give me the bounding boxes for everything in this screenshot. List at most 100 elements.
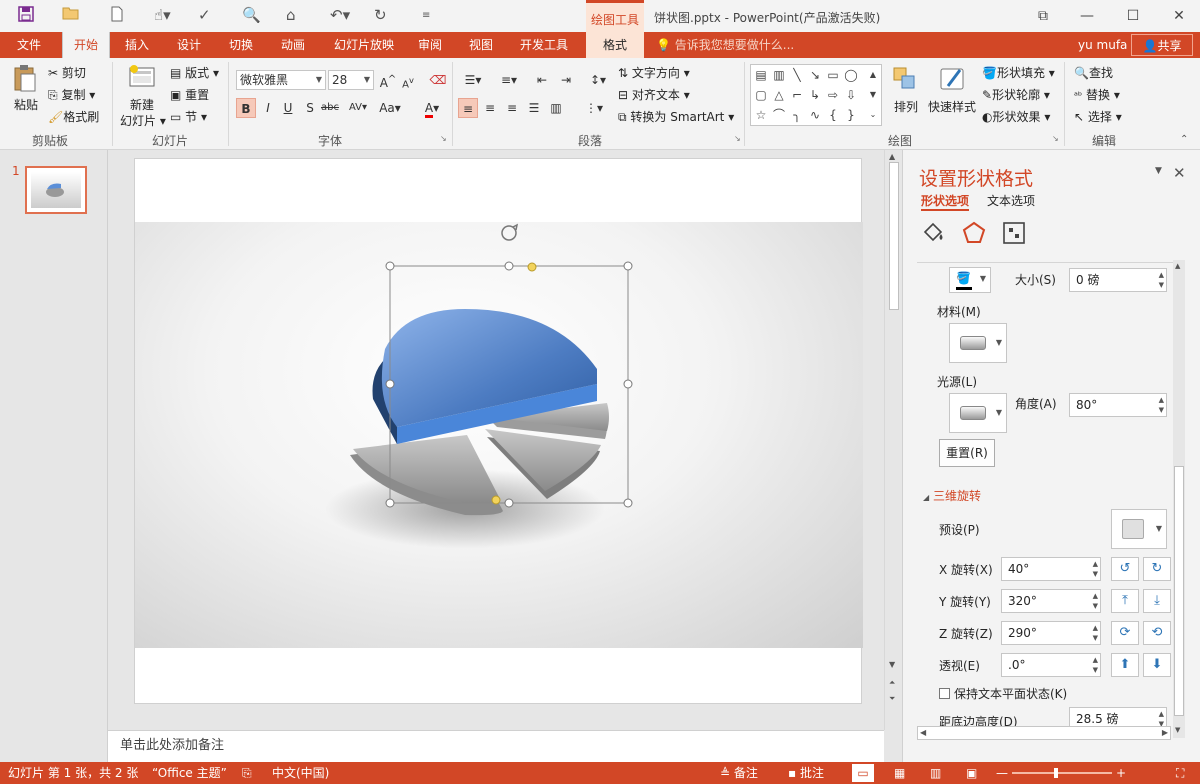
align-left-icon[interactable]: ≡ — [458, 98, 478, 118]
rotate-handle-icon[interactable] — [501, 223, 519, 241]
arrow-shape-icon[interactable]: ↘ — [807, 67, 823, 83]
effects-pentagon-icon[interactable] — [961, 220, 987, 246]
shrink-font-button[interactable]: Av — [398, 70, 418, 90]
dialog-launcher-icon[interactable]: ↘ — [1052, 134, 1059, 143]
increase-indent-icon[interactable]: ⇥ — [556, 70, 576, 90]
shape-outline-button[interactable]: ✎形状轮廓 ▾ — [982, 86, 1050, 103]
share-button[interactable]: 👤共享 — [1131, 34, 1193, 56]
tab-transitions[interactable]: 切换 — [218, 32, 264, 58]
rotate-left-icon[interactable]: ↺ — [1111, 557, 1139, 581]
rotation-section-header[interactable]: ◢ 三维旋转 — [923, 487, 981, 504]
rotate-down-icon[interactable]: ⤓ — [1143, 589, 1171, 613]
scroll-up-icon[interactable]: ▲ — [865, 67, 881, 83]
normal-view-icon[interactable]: ▭ — [852, 764, 874, 782]
rotate-right-icon[interactable]: ↻ — [1143, 557, 1171, 581]
resize-handle[interactable] — [623, 379, 633, 389]
x-rotation-spinner[interactable]: 40° ▲ ▼ — [1001, 557, 1101, 581]
star-shape-icon[interactable]: ☆ — [753, 107, 769, 123]
reset-3d-button[interactable]: 重置(R) — [939, 439, 995, 467]
scroll-up-icon[interactable]: ▲ — [889, 152, 895, 161]
decrease-perspective-icon[interactable]: ⬇ — [1143, 653, 1171, 677]
justify-icon[interactable]: ☰ — [524, 98, 544, 118]
quick-styles-button[interactable]: 快速样式 — [928, 98, 976, 115]
rotate-counterclockwise-icon[interactable]: ⟲ — [1143, 621, 1171, 645]
align-text-button[interactable]: ⊟ 对齐文本 ▾ — [618, 86, 690, 103]
redo-icon[interactable]: ↻ — [374, 6, 387, 24]
previous-slide-icon[interactable]: ⏶ — [889, 678, 895, 688]
cut-button[interactable]: ✂ 剪切 — [48, 64, 86, 81]
paste-button[interactable]: 粘贴 — [14, 96, 38, 113]
spinner-arrows-icon[interactable]: ▲ ▼ — [1093, 559, 1098, 579]
pane-horizontal-scrollbar[interactable]: ◀ ▶ — [917, 726, 1171, 740]
grow-font-button[interactable]: A^ — [378, 70, 398, 90]
tab-view[interactable]: 视图 — [460, 32, 502, 58]
customize-icon[interactable]: ≡ — [422, 10, 430, 21]
replace-button[interactable]: ᵃᵇ 替换 ▾ — [1074, 86, 1120, 103]
lighting-picker[interactable]: ▼ — [949, 393, 1007, 433]
find-button[interactable]: 🔍查找 — [1074, 64, 1113, 81]
z-rotation-spinner[interactable]: 290° ▲ ▼ — [1001, 621, 1101, 645]
tab-insert[interactable]: 插入 — [114, 32, 160, 58]
spinner-arrows-icon[interactable]: ▲ ▼ — [1093, 655, 1098, 675]
arrange-button[interactable]: 排列 — [894, 98, 918, 115]
spinner-arrows-icon[interactable]: ▲ ▼ — [1159, 270, 1164, 290]
font-color-button[interactable]: A▾ — [418, 98, 446, 118]
slide-thumbnail[interactable] — [25, 166, 87, 214]
collapse-ribbon-icon[interactable]: ⌃ — [1180, 134, 1188, 145]
spinner-arrows-icon[interactable]: ▲ ▼ — [1093, 591, 1098, 611]
more-shapes-icon[interactable]: ⌄ — [865, 107, 881, 123]
scroll-down-icon[interactable]: ▼ — [865, 87, 881, 103]
brace-left-shape-icon[interactable]: { — [825, 107, 841, 123]
notes-placeholder[interactable]: 单击此处添加备注 — [108, 730, 884, 762]
tab-file[interactable]: 文件 — [0, 32, 58, 58]
fit-slide-icon[interactable]: ⛶ — [1176, 762, 1184, 784]
rounded-rect-shape-icon[interactable]: ▢ — [753, 87, 769, 103]
tab-review[interactable]: 审阅 — [410, 32, 450, 58]
tab-slideshow[interactable]: 幻灯片放映 — [324, 32, 404, 58]
pane-options-icon[interactable]: ▼ — [1155, 166, 1162, 176]
section-button[interactable]: ▭ 节 ▾ — [170, 108, 207, 125]
print-preview-icon[interactable]: 🔍 — [242, 6, 261, 24]
new-slide-icon[interactable] — [128, 64, 158, 92]
next-slide-icon[interactable]: ⏷ — [889, 694, 895, 704]
scrollbar-thumb[interactable] — [889, 162, 899, 310]
bold-button[interactable]: B — [236, 98, 256, 118]
resize-handle[interactable] — [385, 261, 395, 271]
keep-text-flat-checkbox[interactable]: 保持文本平面状态(K) — [939, 685, 1067, 702]
material-picker[interactable]: ▼ — [949, 323, 1007, 363]
resize-handle[interactable] — [623, 498, 633, 508]
tab-developer[interactable]: 开发工具 — [512, 32, 576, 58]
vertical-textbox-shape-icon[interactable]: ▥ — [771, 67, 787, 83]
size-spinner[interactable]: 0 磅 ▲ ▼ — [1069, 268, 1167, 292]
shape-effects-button[interactable]: ◐形状效果 ▾ — [982, 108, 1050, 125]
text-direction-button[interactable]: ⇅ 文字方向 ▾ — [618, 64, 690, 81]
maximize-button[interactable]: ☐ — [1118, 4, 1148, 28]
save-icon[interactable] — [18, 6, 34, 26]
char-spacing-button[interactable]: AV▾ — [344, 98, 372, 118]
layout-button[interactable]: ▤ 版式 ▾ — [170, 64, 219, 81]
slide[interactable] — [134, 158, 863, 704]
language-status[interactable]: 中文(中国) — [272, 762, 329, 784]
close-icon[interactable]: ✕ — [1173, 164, 1186, 182]
scroll-down-icon[interactable]: ▼ — [889, 660, 895, 669]
user-name[interactable]: yu mufa — [1078, 32, 1127, 58]
quick-styles-icon[interactable] — [938, 64, 968, 94]
dialog-launcher-icon[interactable]: ↘ — [440, 134, 447, 143]
increase-perspective-icon[interactable]: ⬆ — [1111, 653, 1139, 677]
zoom-out-icon[interactable]: — — [996, 762, 1008, 784]
adjust-handle[interactable] — [527, 262, 537, 272]
resize-handle[interactable] — [504, 498, 514, 508]
minimize-button[interactable]: — — [1072, 4, 1102, 28]
scroll-left-icon[interactable]: ◀ — [920, 727, 926, 739]
line-shape-icon[interactable]: ╲ — [789, 67, 805, 83]
dialog-launcher-icon[interactable]: ↘ — [734, 134, 741, 143]
tab-shape-options[interactable]: 形状选项 — [921, 192, 970, 211]
new-slide-button[interactable]: 幻灯片 ▾ — [120, 112, 166, 129]
perspective-spinner[interactable]: .0° ▲ ▼ — [1001, 653, 1101, 677]
tab-home[interactable]: 开始 — [62, 32, 110, 59]
ribbon-display-icon[interactable]: ⧉ — [1028, 4, 1058, 28]
resize-handle[interactable] — [385, 379, 395, 389]
curve-shape-icon[interactable]: ⌒ — [771, 107, 787, 123]
copy-button[interactable]: ⎘ 复制 ▾ — [48, 86, 95, 103]
shape-fill-button[interactable]: 🪣形状填充 ▾ — [982, 64, 1055, 81]
